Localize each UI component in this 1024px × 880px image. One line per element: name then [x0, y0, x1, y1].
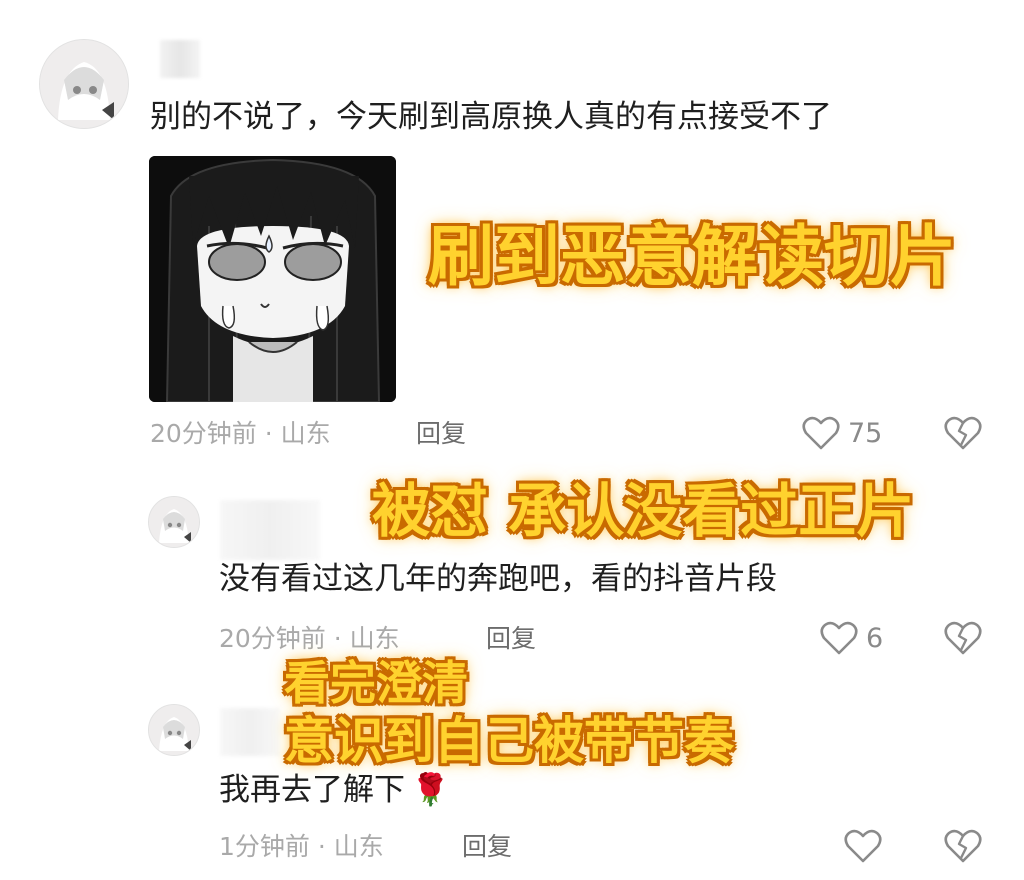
avatar[interactable] — [148, 496, 200, 548]
like-count: 75 — [848, 418, 883, 449]
broken-heart-icon[interactable] — [944, 620, 982, 656]
overlay-caption: 被怼 承认没看过正片 — [372, 477, 915, 545]
broken-heart-icon[interactable] — [944, 415, 982, 451]
comment-time-location: 20分钟前 · 山东 — [150, 419, 331, 448]
heart-outline-icon[interactable] — [802, 415, 840, 451]
comment-text: 我再去了解下 🌹 — [219, 775, 450, 806]
heart-outline-icon[interactable] — [844, 828, 882, 864]
broken-heart-icon[interactable] — [944, 828, 982, 864]
comment-text: 没有看过这几年的奔跑吧，看的抖音片段 — [219, 561, 777, 597]
like-count: 6 — [866, 623, 884, 654]
overlay-caption: 刷到恶意解读切片 — [428, 218, 956, 295]
reply-button[interactable]: 回复 — [486, 626, 536, 651]
avatar[interactable] — [148, 704, 200, 756]
comment-time-location: 20分钟前 · 山东 — [219, 624, 400, 653]
reply-button[interactable]: 回复 — [416, 421, 466, 446]
heart-outline-icon[interactable] — [820, 620, 858, 656]
rose-emoji: 🌹 — [411, 772, 450, 808]
username-redacted — [220, 708, 280, 756]
reply-button[interactable]: 回复 — [462, 834, 512, 859]
username-redacted — [160, 40, 200, 78]
comment-text: 别的不说了，今天刷到高原换人真的有点接受不了 — [150, 99, 832, 135]
overlay-caption: 看完澄清 — [284, 656, 468, 710]
comment-text-body: 我再去了解下 — [219, 772, 405, 808]
comment-time-location: 1分钟前 · 山东 — [219, 832, 384, 861]
sticker-image — [149, 156, 396, 402]
avatar[interactable] — [39, 39, 129, 129]
username-redacted — [220, 500, 320, 560]
overlay-caption: 意识到自己被带节奏 — [284, 712, 734, 770]
